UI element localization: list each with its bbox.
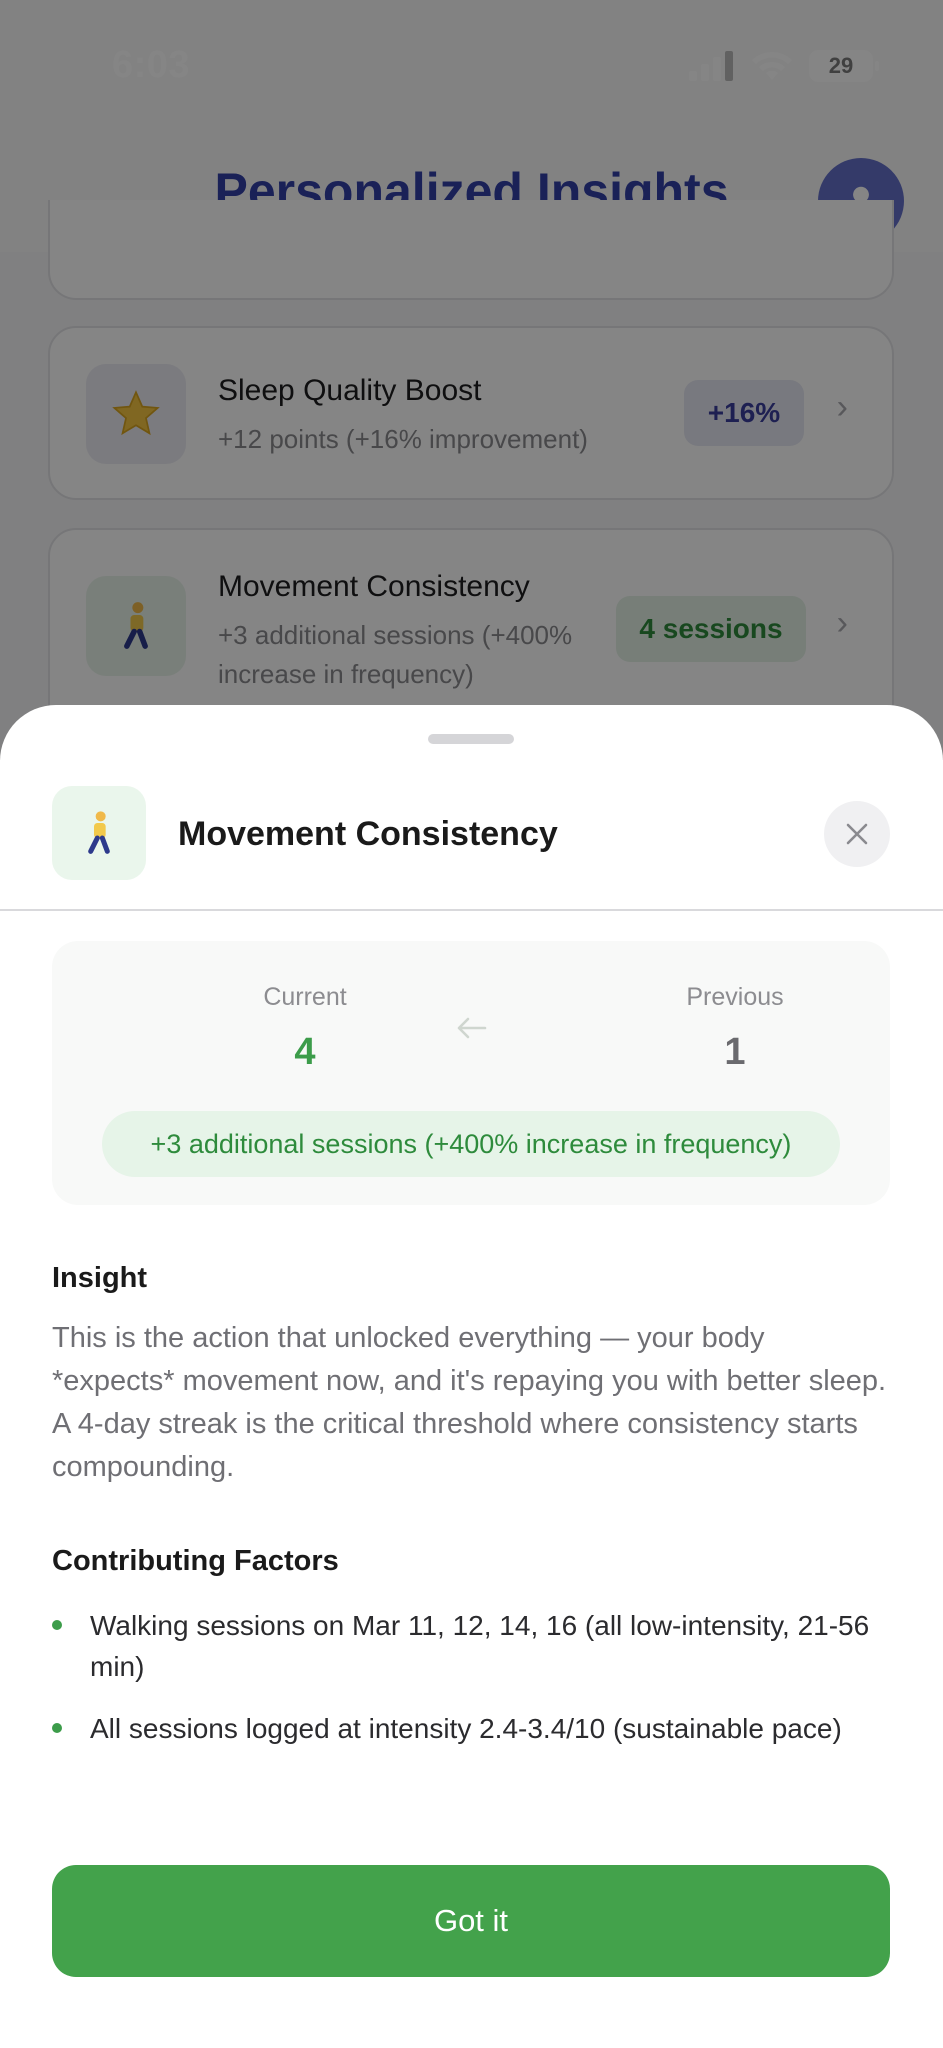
factors-heading: Contributing Factors <box>52 1545 339 1577</box>
dim-overlay[interactable] <box>0 0 943 760</box>
arrow-left-icon <box>457 1017 487 1039</box>
factor-item: All sessions logged at intensity 2.4-3.4… <box>52 1708 892 1749</box>
previous-label: Previous <box>686 983 784 1011</box>
walking-person-icon <box>52 786 146 880</box>
insight-heading: Insight <box>52 1262 148 1294</box>
got-it-button[interactable]: Got it <box>52 1865 890 1977</box>
insight-detail-sheet: Movement Consistency Current 4 Previous … <box>0 705 943 2048</box>
factor-text: Walking sessions on Mar 11, 12, 14, 16 (… <box>90 1610 870 1682</box>
delta-badge: +3 additional sessions (+400% increase i… <box>102 1111 840 1177</box>
current-label: Current <box>263 983 347 1011</box>
close-button[interactable] <box>824 801 890 867</box>
sheet-title: Movement Consistency <box>178 815 558 853</box>
current-value: 4 <box>294 1031 316 1073</box>
factor-item: Walking sessions on Mar 11, 12, 14, 16 (… <box>52 1605 892 1687</box>
sheet-grabber[interactable] <box>428 734 514 744</box>
bullet-dot <box>52 1620 62 1630</box>
close-icon <box>846 823 868 845</box>
insight-text: This is the action that unlocked everyth… <box>52 1322 887 1483</box>
comparison-panel: Current 4 Previous 1 +3 additional sessi… <box>52 941 890 1205</box>
previous-value: 1 <box>724 1031 746 1073</box>
bullet-dot <box>52 1723 62 1733</box>
divider <box>0 909 943 911</box>
factor-text: All sessions logged at intensity 2.4-3.4… <box>90 1713 842 1744</box>
